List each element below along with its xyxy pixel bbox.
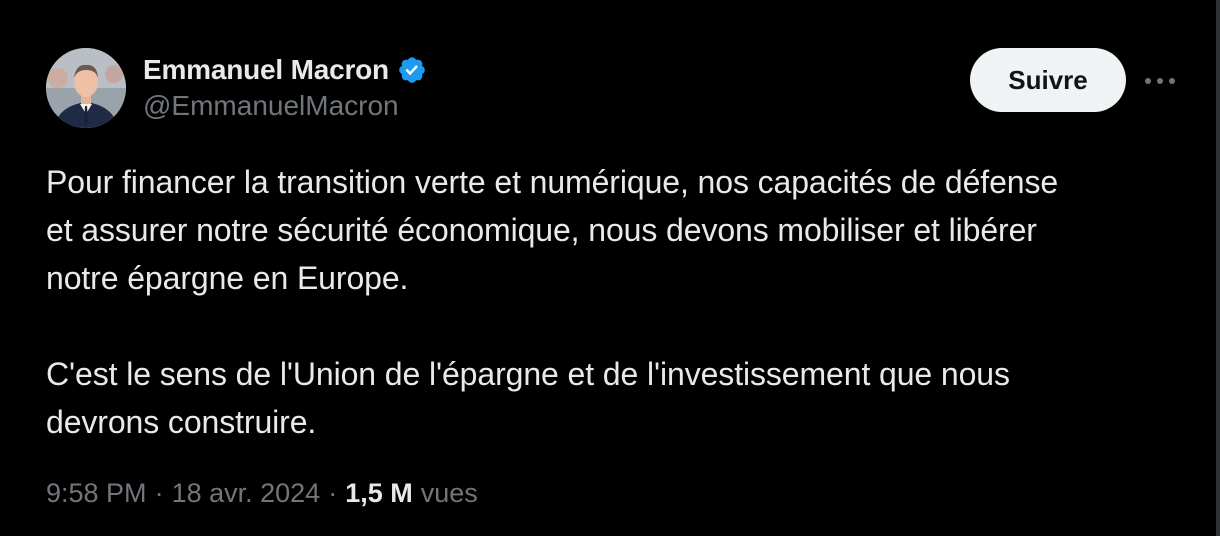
tweet-line: devrons construire. — [46, 404, 317, 440]
views-label: vues — [420, 478, 478, 508]
tweet-date[interactable]: 18 avr. 2024 — [172, 478, 321, 509]
tweet-time[interactable]: 9:58 PM — [46, 478, 147, 509]
author-display-name[interactable]: Emmanuel Macron — [143, 54, 389, 86]
tweet-meta: 9:58 PM · 18 avr. 2024 · 1,5 M vues — [46, 478, 478, 509]
tweet-line: notre épargne en Europe. — [46, 260, 409, 296]
name-row: Emmanuel Macron — [143, 52, 427, 88]
follow-button[interactable]: Suivre — [970, 48, 1126, 112]
views-count[interactable]: 1,5 M — [345, 478, 413, 509]
more-horizontal-icon[interactable] — [1140, 66, 1180, 96]
verified-badge-icon — [397, 55, 427, 85]
paragraph-break — [46, 302, 1186, 350]
author-names: Emmanuel Macron @EmmanuelMacron — [143, 52, 427, 122]
tweet-line: C'est le sens de l'Union de l'épargne et… — [46, 356, 1010, 392]
tweet-card: Emmanuel Macron @EmmanuelMacron Suivre P… — [0, 0, 1220, 536]
tweet-line: et assurer notre sécurité économique, no… — [46, 212, 1037, 248]
author-handle[interactable]: @EmmanuelMacron — [143, 90, 427, 122]
meta-separator: · — [328, 478, 338, 508]
divider — [1216, 0, 1220, 536]
tweet-line: Pour financer la transition verte et num… — [46, 164, 1059, 200]
tweet-header: Emmanuel Macron @EmmanuelMacron — [46, 48, 427, 128]
tweet-text: Pour financer la transition verte et num… — [46, 158, 1186, 446]
avatar[interactable] — [46, 48, 126, 128]
meta-separator: · — [154, 478, 164, 508]
